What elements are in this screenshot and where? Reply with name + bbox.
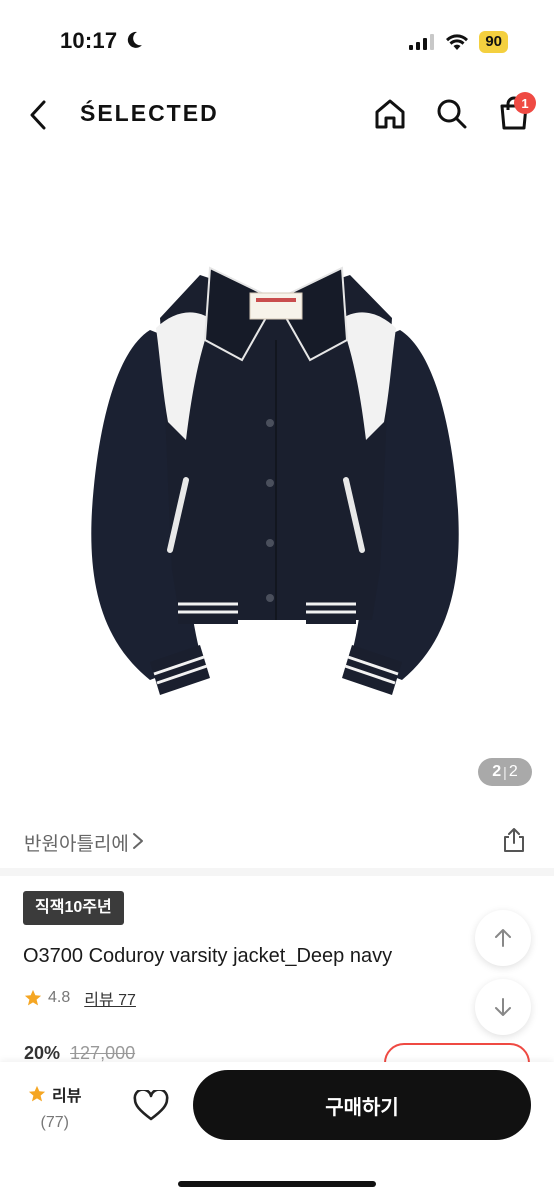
section-divider <box>0 868 554 876</box>
home-indicator <box>178 1181 376 1187</box>
arrow-down-icon <box>495 998 511 1016</box>
discount-rate: 20% <box>24 1043 61 1063</box>
bottom-review-label-row: 리뷰 <box>28 1082 81 1106</box>
star-icon <box>24 989 42 1006</box>
wifi-icon <box>446 34 469 50</box>
original-price: 127,000 <box>70 1043 136 1063</box>
heart-icon[interactable] <box>133 1090 169 1122</box>
page-separator: | <box>503 764 507 780</box>
back-arrow-icon[interactable] <box>24 98 54 132</box>
status-icons: 90 <box>409 31 508 53</box>
top-nav: ŚELECTED <box>0 82 554 148</box>
current-page: 2 <box>492 763 502 780</box>
rating-value: 4.8 <box>48 989 71 1006</box>
bottom-review-count: (77) <box>40 1114 69 1131</box>
total-pages: 2 <box>508 763 518 780</box>
rating-row: 4.8 리뷰 77 <box>24 986 136 1010</box>
arrow-up-icon <box>495 929 511 947</box>
image-page-indicator: 2 | 2 <box>478 758 532 786</box>
home-icon[interactable] <box>372 96 408 132</box>
bottom-review-button[interactable]: 리뷰 (77) <box>28 1082 81 1132</box>
bottom-action-bar: 리뷰 (77) 구매하기 <box>0 1062 554 1200</box>
cart-count-badge: 1 <box>514 92 536 114</box>
seller-link[interactable]: 반원아틀리에 <box>24 829 129 856</box>
review-link[interactable]: 리뷰 77 <box>84 986 136 1010</box>
price-row: 20% 127,000 <box>24 1043 135 1064</box>
battery-indicator: 90 <box>479 31 508 53</box>
seller-row: 반원아틀리에 <box>0 812 554 868</box>
signal-icon <box>409 34 435 50</box>
scroll-up-button[interactable] <box>475 910 531 966</box>
status-bar: 10:17 90 <box>0 0 554 82</box>
scroll-down-button[interactable] <box>475 979 531 1035</box>
status-time: 10:17 <box>60 28 118 53</box>
share-icon[interactable] <box>500 826 528 854</box>
buy-button[interactable]: 구매하기 <box>193 1070 531 1140</box>
product-image-gallery[interactable] <box>0 150 554 800</box>
star-icon <box>28 1085 46 1102</box>
brand-logo[interactable]: ŚELECTED <box>80 100 219 127</box>
moon-icon <box>127 31 142 48</box>
product-tag-badge: 직잭10주년 <box>23 891 124 925</box>
product-image-jacket <box>91 266 459 695</box>
chevron-right-icon[interactable] <box>132 832 144 850</box>
product-title: O3700 Coduroy varsity jacket_Deep navy <box>23 945 393 967</box>
bottom-review-label: 리뷰 <box>52 1088 82 1105</box>
search-icon[interactable] <box>434 96 470 132</box>
